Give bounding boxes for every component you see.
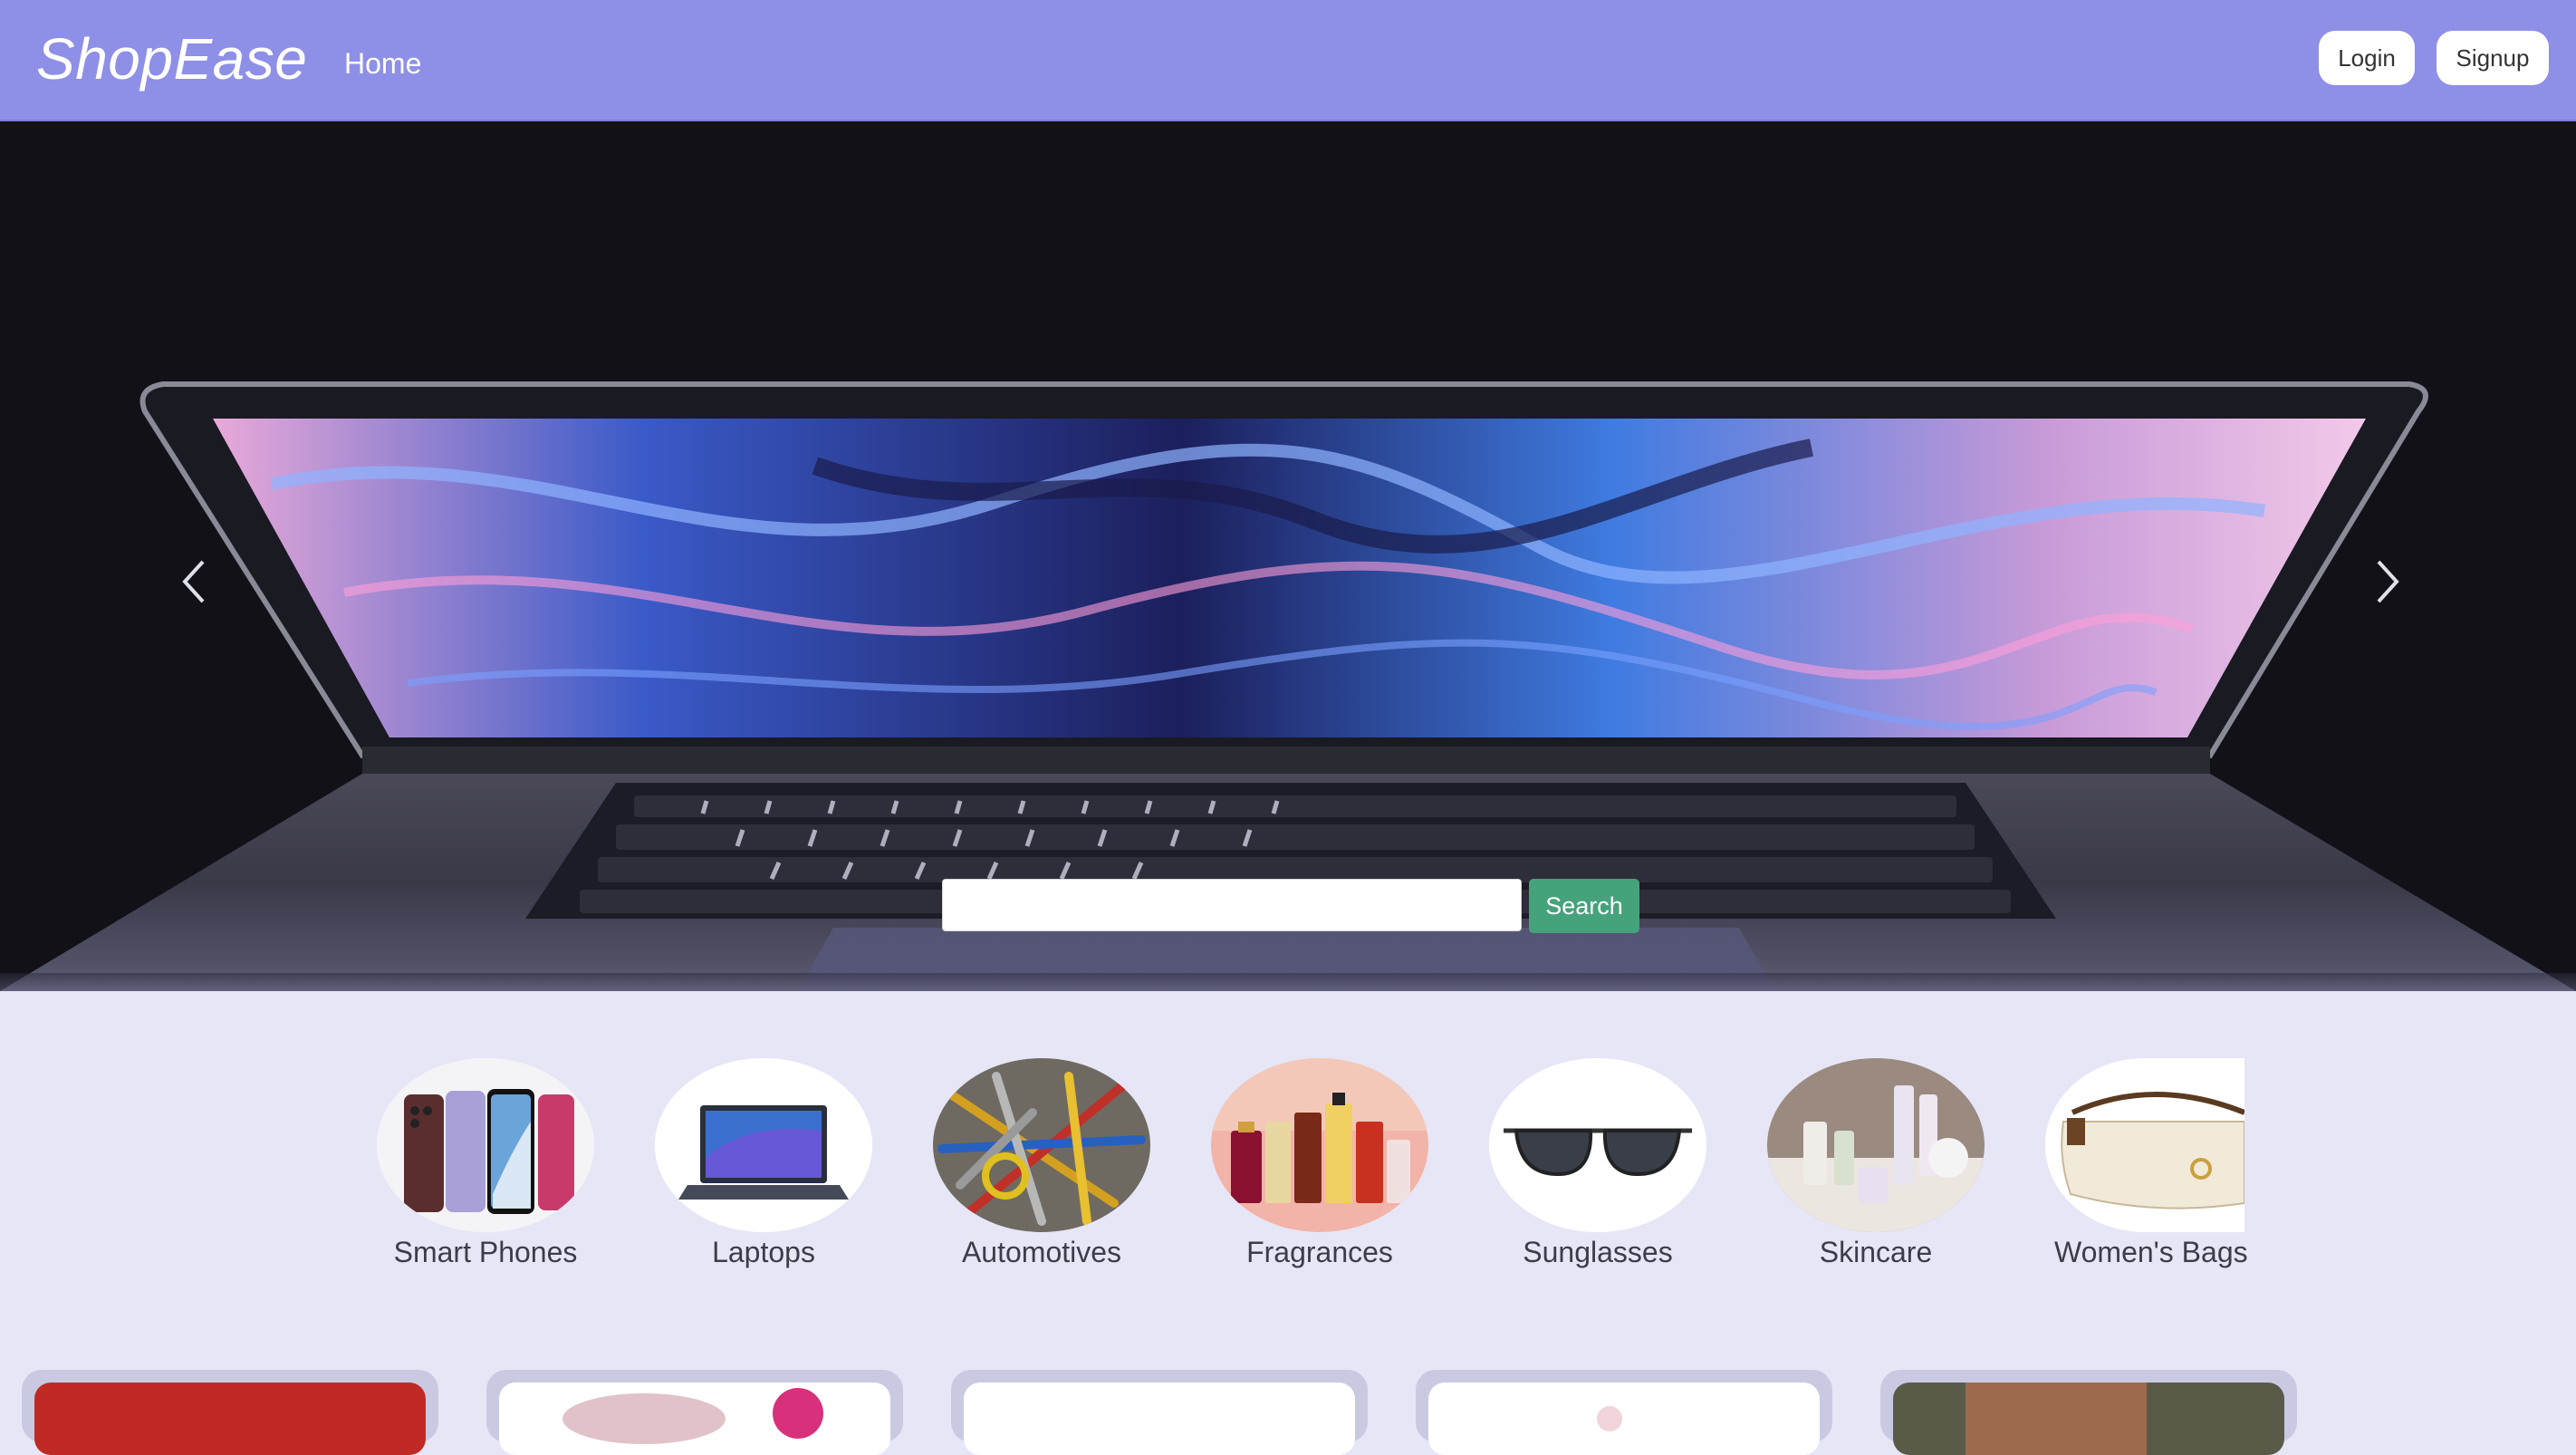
product-image xyxy=(34,1383,426,1455)
category-label: Smart Phones xyxy=(393,1236,578,1268)
category-womens-bags[interactable]: Women's Bags xyxy=(2018,1058,2290,1294)
hero-carousel: Search xyxy=(0,121,2576,991)
category-label: Sunglasses xyxy=(1523,1236,1673,1268)
skincare-image xyxy=(1767,1058,1985,1232)
category-laptops[interactable]: Laptops xyxy=(628,1058,899,1294)
carousel-next-button[interactable] xyxy=(2360,527,2415,636)
category-sunglasses[interactable]: Sunglasses xyxy=(1462,1058,1734,1294)
category-list: Smart Phones Laptops Automotives Fragran… xyxy=(0,991,2576,1281)
login-button[interactable]: Login xyxy=(2319,31,2415,85)
category-label: Fragrances xyxy=(1246,1236,1393,1268)
product-image xyxy=(964,1383,1355,1455)
laptops-image xyxy=(655,1058,872,1232)
brand-logo[interactable]: ShopEase xyxy=(36,25,307,92)
category-skincare[interactable]: Skincare xyxy=(1740,1058,2012,1294)
sunglasses-image xyxy=(1489,1058,1706,1232)
carousel-prev-button[interactable] xyxy=(167,527,221,636)
fragrances-image xyxy=(1211,1058,1428,1232)
navbar: ShopEase Home Login Signup xyxy=(0,0,2576,121)
product-card[interactable] xyxy=(1880,1370,2297,1455)
search-button[interactable]: Search xyxy=(1529,879,1639,933)
chevron-left-icon xyxy=(182,560,205,603)
product-card[interactable] xyxy=(1416,1370,1832,1455)
automotives-image xyxy=(933,1058,1150,1232)
product-image xyxy=(1893,1383,2284,1455)
category-automotives[interactable]: Automotives xyxy=(906,1058,1177,1294)
signup-button[interactable]: Signup xyxy=(2437,31,2549,85)
product-image xyxy=(499,1383,890,1455)
nav-home-link[interactable]: Home xyxy=(344,47,421,81)
product-image xyxy=(1428,1383,1820,1455)
chevron-right-icon xyxy=(2377,560,2399,603)
product-card[interactable] xyxy=(486,1370,903,1455)
hero-laptop-image xyxy=(0,381,2576,991)
womens-bags-image xyxy=(2045,1058,2244,1232)
product-card[interactable] xyxy=(22,1370,438,1455)
category-fragrances[interactable]: Fragrances xyxy=(1184,1058,1456,1294)
category-label: Laptops xyxy=(712,1236,815,1268)
category-label: Skincare xyxy=(1819,1236,1933,1268)
smart-phones-image xyxy=(377,1058,594,1232)
category-smart-phones[interactable]: Smart Phones xyxy=(350,1058,621,1294)
product-card[interactable] xyxy=(951,1370,1368,1455)
search-input[interactable] xyxy=(942,879,1522,931)
category-label: Women's Bags xyxy=(2054,1236,2248,1268)
category-label: Automotives xyxy=(961,1236,1122,1268)
